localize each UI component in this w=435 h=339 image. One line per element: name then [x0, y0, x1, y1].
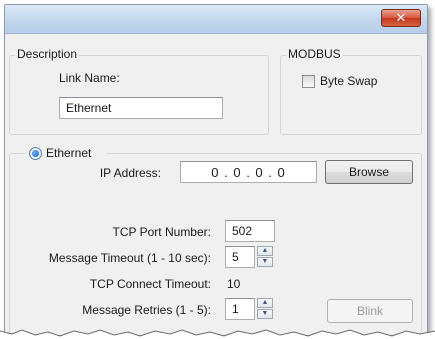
link-name-input[interactable]: Ethernet [59, 97, 223, 119]
tcp-connect-timeout-value: 10 [227, 277, 241, 291]
tcp-port-input[interactable]: 502 [225, 220, 275, 242]
spin-up-icon[interactable]: ▲ [257, 246, 273, 256]
title-bar: ✕ [5, 5, 427, 34]
modbus-group [280, 55, 422, 135]
close-icon: ✕ [395, 10, 407, 25]
blink-button[interactable]: Blink [327, 299, 413, 323]
spin-up-icon[interactable]: ▲ [257, 298, 273, 308]
ethernet-radio[interactable] [29, 147, 42, 160]
byte-swap-checkbox[interactable] [302, 75, 315, 88]
spin-down-icon[interactable]: ▼ [257, 257, 273, 267]
torn-edge-decoration [0, 329, 435, 339]
message-timeout-spinner[interactable]: ▲ ▼ [257, 246, 275, 268]
browse-button[interactable]: Browse [325, 160, 413, 184]
message-retries-spinner[interactable]: ▲ ▼ [257, 298, 275, 320]
message-retries-input[interactable]: 1 [225, 298, 255, 320]
description-group [9, 55, 269, 135]
ip-address-input[interactable]: 0 . 0 . 0 . 0 [180, 161, 317, 183]
spin-down-icon[interactable]: ▼ [257, 309, 273, 319]
ip-address-label: IP Address: [99, 166, 161, 180]
tcp-connect-timeout-label: TCP Connect Timeout: [89, 277, 211, 291]
ethernet-radio-label: Ethernet [46, 146, 92, 160]
message-retries-label: Message Retries (1 - 5): [82, 303, 211, 317]
radio-selected-dot [32, 150, 39, 157]
description-legend: Description [15, 47, 80, 61]
message-timeout-label: Message Timeout (1 - 10 sec): [48, 251, 211, 265]
message-timeout-input[interactable]: 5 [225, 246, 255, 268]
close-button[interactable]: ✕ [381, 9, 421, 27]
modbus-legend: MODBUS [286, 47, 343, 61]
tcp-port-label: TCP Port Number: [112, 225, 211, 239]
byte-swap-label: Byte Swap [320, 74, 378, 88]
link-name-label: Link Name: [59, 71, 120, 85]
network-link-dialog: ✕ Description Link Name: Ethernet MODBUS… [4, 4, 428, 336]
